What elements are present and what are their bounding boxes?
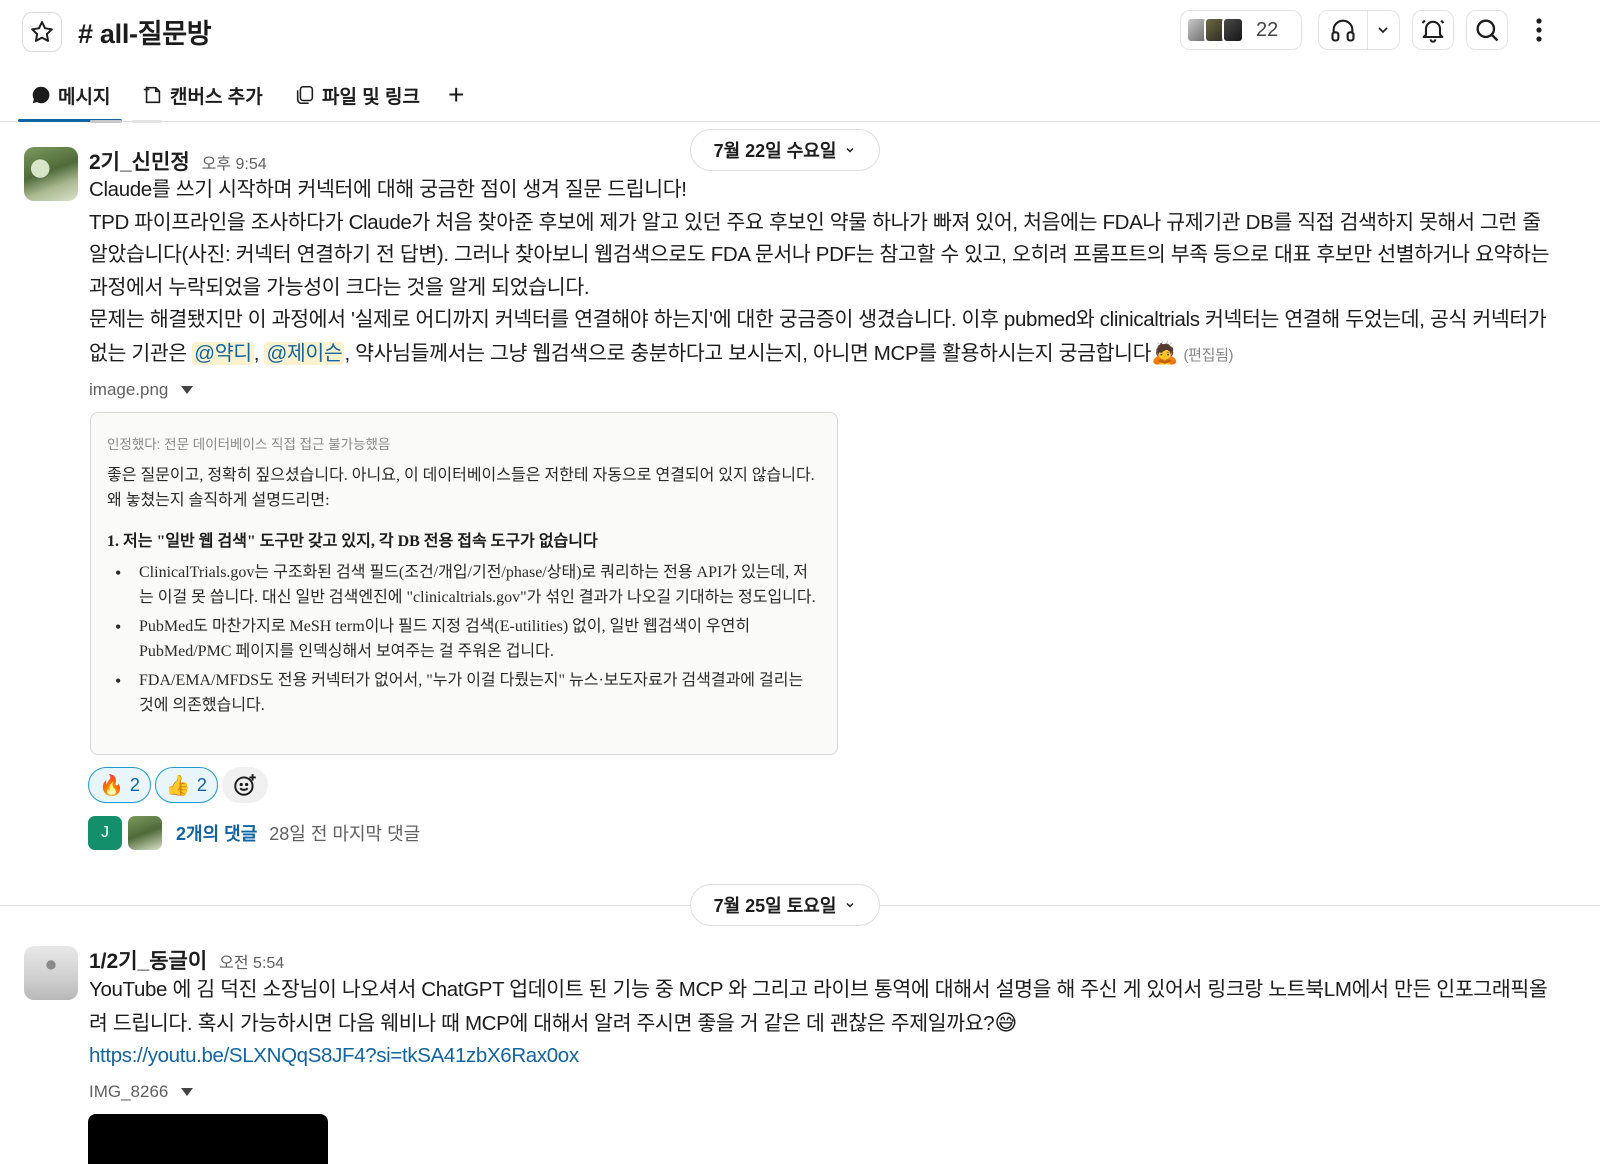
reaction-count: 2 xyxy=(196,774,207,795)
reaction-fire[interactable]: 🔥 2 xyxy=(88,767,151,803)
member-count: 22 xyxy=(1256,18,1279,41)
chevron-down-icon xyxy=(846,147,854,153)
huddle-options-button[interactable] xyxy=(1368,22,1399,38)
last-reply-time: 28일 전 마지막 댓글 xyxy=(269,824,421,844)
avatar[interactable] xyxy=(24,147,78,201)
canvas-add-icon xyxy=(143,86,161,104)
caret-down-icon xyxy=(181,386,194,394)
tab-add-button[interactable]: + xyxy=(448,79,465,110)
huddle-button[interactable] xyxy=(1319,11,1368,49)
huddle-button-group xyxy=(1318,10,1400,50)
headphones-icon xyxy=(1331,19,1355,42)
vertical-ellipsis-icon xyxy=(1536,18,1542,42)
message-paragraph: YouTube 에 김 덕진 소장님이 나오셔서 ChatGPT 업데이트 된 … xyxy=(89,974,1559,1040)
fire-emoji: 🔥 xyxy=(99,774,124,797)
image-attachment[interactable]: 인정했다: 전문 데이터베이스 직접 접근 불가능했음 좋은 질문이고, 정확히… xyxy=(90,412,838,755)
list-item: ClinicalTrials.gov는 구조화된 검색 필드(조건/개입/기전/… xyxy=(113,561,821,610)
file-name: image.png xyxy=(89,380,169,399)
image-paragraph: 좋은 질문이고, 정확히 짚으셨습니다. 아니요, 이 데이터베이스들은 저한테… xyxy=(107,467,815,509)
image-subtitle: 인정했다: 전문 데이터베이스 직접 접근 불가능했음 xyxy=(107,437,391,452)
search-icon xyxy=(1476,19,1499,42)
mention-link[interactable]: @약디 xyxy=(192,341,254,365)
thumbs-up-emoji: 👍 xyxy=(165,774,191,797)
message-paragraph: 문제는 해결됐지만 이 과정에서 '실제로 어디까지 커넥터를 연결해야 하는지… xyxy=(89,304,1559,372)
message-text-span: , 약사님들께서는 그냥 웹검색으로 충분하다고 보시는지, 아니면 MCP를 … xyxy=(344,341,1152,365)
bowing-emoji: 🙇 xyxy=(1151,339,1179,365)
edited-label: (편집됨) xyxy=(1183,346,1234,364)
reaction-count: 2 xyxy=(129,774,140,795)
tab-label: 메시지 xyxy=(58,86,111,108)
reply-count-link[interactable]: 2개의 댓글 xyxy=(176,820,257,846)
message-header: 2기_신민정 오후 9:54 xyxy=(89,146,267,176)
scroll-hint xyxy=(90,120,122,123)
message-text: Claude를 쓰기 시작하며 커넥터에 대해 궁금한 점이 생겨 질문 드립니… xyxy=(89,174,1559,372)
tab-add-canvas[interactable]: 캔버스 추가 xyxy=(142,80,263,110)
avatar[interactable] xyxy=(24,946,78,1000)
add-emoji-icon xyxy=(234,774,256,796)
message-timestamp[interactable]: 오후 9:54 xyxy=(202,150,267,174)
tab-messages[interactable]: 메시지 xyxy=(30,80,110,110)
file-name-toggle[interactable]: image.png xyxy=(89,380,194,400)
message-bubble-icon xyxy=(32,86,50,104)
scroll-hint xyxy=(132,120,162,123)
date-label: 7월 22일 수요일 xyxy=(713,141,837,161)
file-name: IMG_8266 xyxy=(89,1082,169,1101)
sweat-smile-emoji: 😅 xyxy=(994,1009,1017,1035)
message-paragraph: TPD 파이프라인을 조사하다가 Claude가 처음 찾아준 후보에 제가 알… xyxy=(89,210,1550,299)
reply-avatar xyxy=(128,816,162,850)
caret-down-icon xyxy=(181,1088,194,1096)
message-timestamp[interactable]: 오전 5:54 xyxy=(219,949,284,973)
message-text: YouTube 에 김 덕진 소장님이 나오셔서 ChatGPT 업데이트 된 … xyxy=(89,974,1559,1073)
notifications-button[interactable] xyxy=(1412,10,1454,50)
reply-avatar: J xyxy=(88,816,122,850)
youtube-link[interactable]: https://youtu.be/SLXNQqS8JF4?si=tkSA41zb… xyxy=(89,1044,579,1067)
file-name-toggle[interactable]: IMG_8266 xyxy=(89,1082,194,1102)
channel-tabs: 메시지 캔버스 추가 파일 및 링크 + xyxy=(0,72,1600,122)
tab-label: 파일 및 링크 xyxy=(322,86,420,108)
list-item: PubMed도 마찬가지로 MeSH term이나 필드 지정 검색(E-uti… xyxy=(113,615,821,664)
date-divider-button[interactable]: 7월 22일 수요일 xyxy=(690,129,880,171)
image-bullet-list: ClinicalTrials.gov는 구조화된 검색 필드(조건/개입/기전/… xyxy=(113,561,821,723)
plus-icon: + xyxy=(448,79,465,110)
files-icon xyxy=(296,85,314,105)
tab-files-links[interactable]: 파일 및 링크 xyxy=(294,80,420,110)
date-label: 7월 25일 토요일 xyxy=(713,896,837,916)
message-author[interactable]: 2기_신민정 xyxy=(89,146,190,176)
reaction-thumbs-up[interactable]: 👍 2 xyxy=(154,767,218,803)
star-icon xyxy=(31,21,53,42)
chevron-down-icon xyxy=(1378,27,1388,34)
more-options-button[interactable] xyxy=(1524,10,1554,50)
chevron-down-icon xyxy=(846,902,854,908)
message-text-span: YouTube 에 김 덕진 소장님이 나오셔서 ChatGPT 업데이트 된 … xyxy=(89,978,1548,1035)
bell-icon xyxy=(1421,19,1445,43)
search-button[interactable] xyxy=(1466,10,1508,50)
member-avatar xyxy=(1222,17,1244,43)
message-author[interactable]: 1/2기_동글이 xyxy=(89,945,207,975)
message-header: 1/2기_동글이 오전 5:54 xyxy=(89,945,284,975)
tab-label: 캔버스 추가 xyxy=(170,86,263,108)
channel-title[interactable]: # all-질문방 xyxy=(78,12,212,51)
add-reaction-button[interactable] xyxy=(221,767,268,803)
thread-replies[interactable]: J 2개의 댓글 28일 전 마지막 댓글 xyxy=(88,816,420,850)
message-text-span: , xyxy=(253,341,265,365)
list-item: FDA/EMA/MFDS도 전용 커넥터가 없어서, "누가 이걸 다뤘는지" … xyxy=(113,669,821,718)
mention-link[interactable]: @제이슨 xyxy=(264,341,345,365)
channel-header: # all-질문방 22 xyxy=(0,0,1600,62)
message-line: Claude를 쓰기 시작하며 커넥터에 대해 궁금한 점이 생겨 질문 드립니… xyxy=(89,178,687,201)
image-attachment[interactable] xyxy=(88,1114,328,1164)
image-heading: 1. 저는 "일반 웹 검색" 도구만 갖고 있지, 각 DB 전용 접속 도구… xyxy=(107,533,598,550)
members-button[interactable]: 22 xyxy=(1180,10,1302,50)
reactions-bar: 🔥 2 👍 2 xyxy=(88,767,268,803)
date-divider-button[interactable]: 7월 25일 토요일 xyxy=(690,884,880,926)
star-channel-button[interactable] xyxy=(22,12,62,52)
